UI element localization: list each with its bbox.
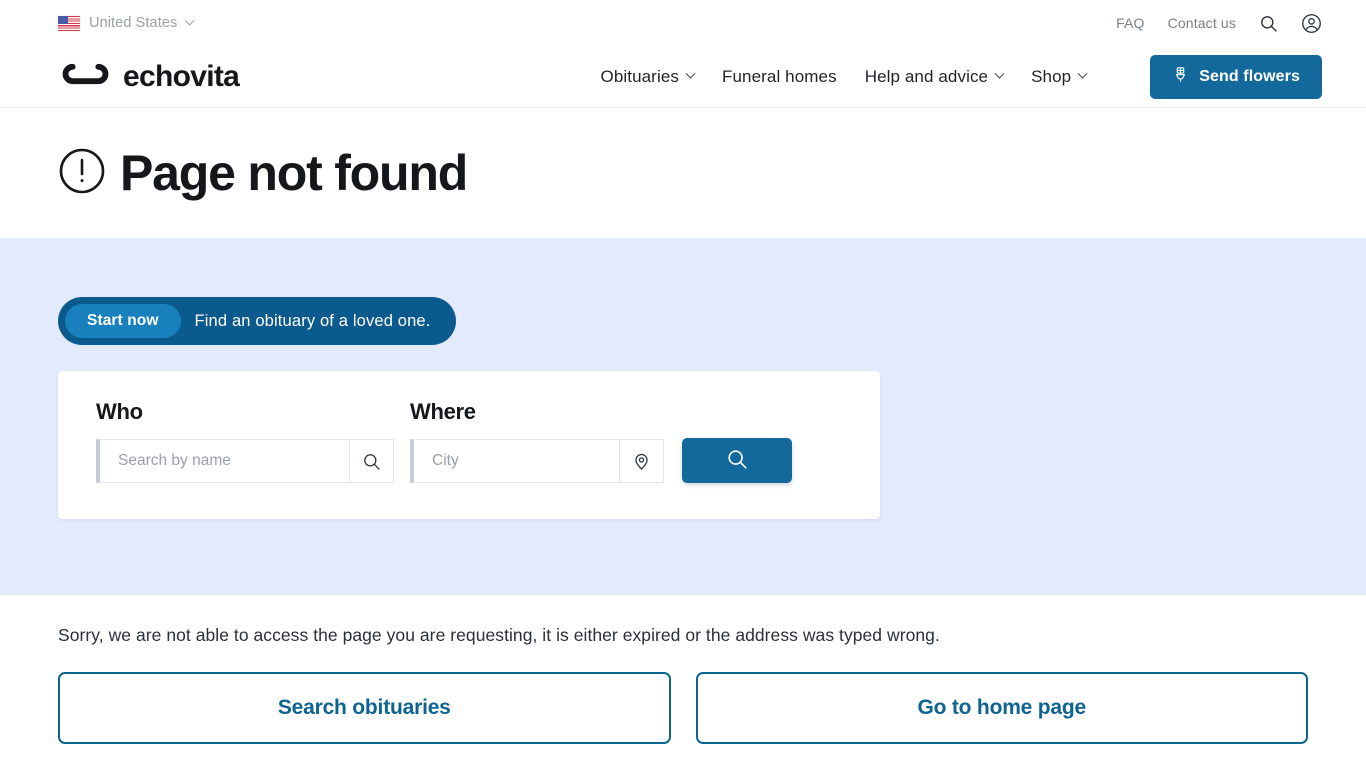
error-actions: Search obituaries Go to home page: [58, 672, 1308, 744]
start-now-banner[interactable]: Start now Find an obituary of a loved on…: [58, 297, 457, 345]
page-title-row: Page not found: [58, 145, 468, 201]
error-section: Sorry, we are not able to access the pag…: [0, 595, 1366, 744]
search-icon[interactable]: [349, 440, 393, 482]
nav-label-obituaries: Obituaries: [600, 66, 679, 86]
chevron-down-icon: [1077, 68, 1088, 79]
search-icon: [726, 448, 748, 473]
hero-section: Start now Find an obituary of a loved on…: [0, 238, 1366, 595]
where-input-wrapper: [410, 439, 664, 483]
us-flag-icon: [58, 15, 80, 31]
nav-item-help-and-advice[interactable]: Help and advice: [864, 66, 1005, 87]
nav-item-shop[interactable]: Shop: [1031, 66, 1088, 87]
flower-bouquet-icon: [1172, 66, 1189, 88]
faq-link[interactable]: FAQ: [1116, 15, 1144, 31]
logo-text: echovita: [123, 59, 240, 93]
send-flowers-button[interactable]: Send flowers: [1150, 54, 1322, 99]
start-now-text: Find an obituary of a loved one.: [194, 311, 431, 330]
main-header: echovita Obituaries Funeral homes Help a…: [0, 46, 1366, 108]
where-city-input[interactable]: [414, 440, 619, 482]
nav-label-funeral-homes: Funeral homes: [721, 66, 837, 86]
chevron-down-icon: [685, 68, 696, 79]
search-obituaries-button[interactable]: Search obituaries: [58, 672, 671, 744]
search-submit-button[interactable]: [682, 438, 792, 483]
chevron-down-icon: [184, 15, 195, 26]
obituary-search-card: Who Where: [58, 371, 880, 519]
account-circle-icon[interactable]: [1301, 13, 1322, 34]
utility-links: FAQ Contact us: [1116, 13, 1322, 34]
utility-bar: United States FAQ Contact us: [0, 0, 1366, 46]
go-to-home-page-button[interactable]: Go to home page: [695, 672, 1308, 744]
who-search-input[interactable]: [100, 440, 349, 482]
start-now-badge: Start now: [65, 304, 181, 338]
where-label: Where: [410, 399, 476, 424]
send-flowers-label: Send flowers: [1199, 67, 1300, 85]
page-title-band: Page not found: [0, 108, 1366, 238]
site-logo[interactable]: echovita: [58, 59, 240, 93]
country-name-label: United States: [89, 15, 178, 31]
page-title: Page not found: [120, 145, 468, 201]
who-label: Who: [96, 399, 143, 424]
search-fields: Who Where: [96, 399, 842, 483]
where-field-group: Where: [410, 399, 664, 483]
exclamation-circle-icon: [58, 147, 106, 200]
who-field-group: Who: [96, 399, 394, 483]
who-input-wrapper: [96, 439, 394, 483]
nav-label-shop: Shop: [1031, 66, 1072, 86]
search-icon[interactable]: [1259, 14, 1278, 33]
contact-us-link[interactable]: Contact us: [1168, 15, 1236, 31]
location-pin-icon[interactable]: [619, 440, 663, 482]
infinity-logo-icon: [58, 60, 113, 93]
nav-item-funeral-homes[interactable]: Funeral homes: [722, 67, 837, 87]
nav-label-help-and-advice: Help and advice: [864, 66, 989, 86]
chevron-down-icon: [994, 68, 1005, 79]
error-message: Sorry, we are not able to access the pag…: [58, 625, 940, 645]
main-navigation: Obituaries Funeral homes Help and advice…: [600, 54, 1322, 99]
nav-item-obituaries[interactable]: Obituaries: [600, 66, 696, 87]
country-selector[interactable]: United States: [58, 15, 195, 31]
